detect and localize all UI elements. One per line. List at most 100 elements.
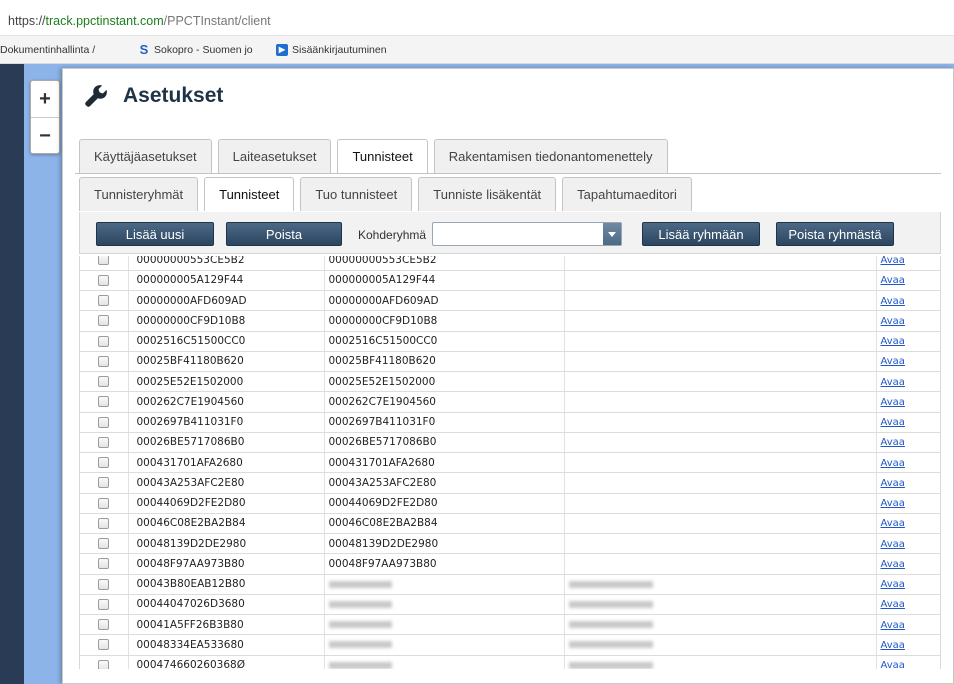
remove-button[interactable]: Poista (226, 222, 342, 246)
open-link[interactable]: Avaa (881, 539, 905, 550)
add-new-button[interactable]: Lisää uusi (96, 222, 214, 246)
table-row[interactable]: 00026BE5717086B0 00026BE5717086B0 Avaa (80, 432, 940, 454)
table-row[interactable]: 00044069D2FE2D80 00044069D2FE2D80 Avaa (80, 493, 940, 514)
row-select-cell[interactable] (80, 533, 129, 555)
row-select-cell[interactable] (80, 432, 129, 454)
open-link[interactable]: Avaa (881, 620, 905, 631)
row-checkbox[interactable] (98, 295, 110, 307)
row-checkbox[interactable] (98, 497, 110, 509)
table-row[interactable]: 00043A253AFC2E80 00043A253AFC2E80 Avaa (80, 472, 940, 494)
table-row[interactable]: 00000000AFD609AD 00000000AFD609AD Avaa (80, 290, 940, 312)
add-to-group-button[interactable]: Lisää ryhmään (642, 222, 760, 246)
row-checkbox[interactable] (98, 457, 110, 469)
row-checkbox[interactable] (98, 315, 110, 327)
remove-from-group-button[interactable]: Poista ryhmästä (776, 222, 894, 246)
row-checkbox[interactable] (98, 376, 110, 388)
open-link[interactable]: Avaa (881, 397, 905, 408)
table-row[interactable]: 00000000CF9D10B8 00000000CF9D10B8 Avaa (80, 310, 940, 332)
tab-tunnisteet[interactable]: Tunnisteet (337, 139, 428, 173)
table-row[interactable]: 0002697B411031F0 0002697B411031F0 Avaa (80, 412, 940, 433)
row-select-cell[interactable] (80, 513, 129, 535)
open-link[interactable]: Avaa (881, 640, 905, 651)
open-link[interactable]: Avaa (881, 599, 905, 610)
row-select-cell[interactable] (80, 634, 129, 656)
row-checkbox[interactable] (98, 619, 110, 631)
open-link[interactable]: Avaa (881, 478, 905, 489)
table-row[interactable]: 00044047026D3680 Avaa (80, 594, 940, 616)
row-checkbox[interactable] (98, 517, 110, 529)
chevron-down-icon[interactable] (603, 223, 621, 245)
table-row[interactable]: 00000000553CE5B2 00000000553CE5B2 Avaa (80, 256, 940, 271)
open-link[interactable]: Avaa (881, 316, 905, 327)
zoom-out-button[interactable]: − (31, 117, 59, 153)
open-link[interactable]: Avaa (881, 377, 905, 388)
open-link[interactable]: Avaa (881, 660, 905, 669)
table-row[interactable]: 00048334EA533680 Avaa (80, 634, 940, 656)
row-checkbox[interactable] (98, 335, 110, 347)
tab-laiteasetukset[interactable]: Laiteasetukset (217, 139, 332, 173)
open-link[interactable]: Avaa (881, 579, 905, 590)
url-text[interactable]: https://track.ppctinstant.com/PPCTInstan… (8, 14, 271, 28)
open-link[interactable]: Avaa (881, 356, 905, 367)
row-select-cell[interactable] (80, 331, 129, 352)
row-checkbox[interactable] (98, 274, 110, 286)
row-select-cell[interactable] (80, 310, 129, 332)
tab-kayttajaasetukset[interactable]: Käyttäjäasetukset (79, 139, 212, 173)
subtab-tunnisteet[interactable]: Tunnisteet (204, 177, 295, 211)
bookmark-sisaankirjautuminen[interactable]: ▶ Sisäänkirjautuminen (276, 44, 387, 56)
row-checkbox[interactable] (98, 639, 110, 651)
open-link[interactable]: Avaa (881, 498, 905, 509)
open-link[interactable]: Avaa (881, 437, 905, 448)
open-link[interactable]: Avaa (881, 275, 905, 286)
subtab-tunnisteryhmat[interactable]: Tunnisteryhmät (79, 177, 199, 211)
row-checkbox[interactable] (98, 256, 110, 266)
row-checkbox[interactable] (98, 355, 110, 367)
row-checkbox[interactable] (98, 659, 110, 669)
address-bar[interactable]: https://track.ppctinstant.com/PPCTInstan… (0, 0, 954, 36)
row-select-cell[interactable] (80, 351, 129, 373)
row-select-cell[interactable] (80, 412, 129, 433)
tags-table[interactable]: 00000000553CE5B2 00000000553CE5B2 Avaa 0000… (79, 256, 941, 669)
row-select-cell[interactable] (80, 594, 129, 616)
row-select-cell[interactable] (80, 574, 129, 595)
table-row[interactable]: 00048139D2DE2980 00048139D2DE2980 Avaa (80, 533, 940, 555)
row-checkbox[interactable] (98, 578, 110, 590)
table-row[interactable]: 000474660260368Ø Avaa (80, 655, 940, 669)
open-link[interactable]: Avaa (881, 518, 905, 529)
table-row[interactable]: 00025BF41180B620 00025BF41180B620 Avaa (80, 351, 940, 373)
row-select-cell[interactable] (80, 256, 129, 271)
row-select-cell[interactable] (80, 553, 129, 575)
tab-rakentamisen-tiedonantomenettely[interactable]: Rakentamisen tiedonantomenettely (433, 139, 668, 173)
row-checkbox[interactable] (98, 538, 110, 550)
open-link[interactable]: Avaa (881, 256, 905, 266)
row-checkbox[interactable] (98, 477, 110, 489)
table-row[interactable]: 0002516C51500CC0 0002516C51500CC0 Avaa (80, 331, 940, 352)
row-select-cell[interactable] (80, 614, 129, 636)
bookmark-dokumentinhallinta[interactable]: Dokumentinhallinta / (0, 44, 95, 56)
open-link[interactable]: Avaa (881, 336, 905, 347)
row-checkbox[interactable] (98, 416, 110, 428)
target-group-select[interactable] (432, 222, 622, 246)
row-select-cell[interactable] (80, 371, 129, 393)
row-select-cell[interactable] (80, 270, 129, 292)
table-row[interactable]: 00046C08E2BA2B84 00046C08E2BA2B84 Avaa (80, 513, 940, 535)
row-select-cell[interactable] (80, 655, 129, 669)
row-checkbox[interactable] (98, 436, 110, 448)
row-select-cell[interactable] (80, 290, 129, 312)
row-checkbox[interactable] (98, 558, 110, 570)
subtab-tuo-tunnisteet[interactable]: Tuo tunnisteet (300, 177, 413, 211)
table-row[interactable]: 00043B80EAB12B80 Avaa (80, 574, 940, 595)
open-link[interactable]: Avaa (881, 559, 905, 570)
bookmark-sokopro[interactable]: S Sokopro - Suomen jo (138, 43, 253, 56)
zoom-in-button[interactable]: + (31, 81, 59, 117)
table-row[interactable]: 00025E52E1502000 00025E52E1502000 Avaa (80, 371, 940, 393)
subtab-tunniste-lisakentat[interactable]: Tunniste lisäkentät (418, 177, 557, 211)
open-link[interactable]: Avaa (881, 417, 905, 428)
row-select-cell[interactable] (80, 452, 129, 474)
open-link[interactable]: Avaa (881, 296, 905, 307)
table-row[interactable]: 000000005A129F44 000000005A129F44 Avaa (80, 270, 940, 292)
subtab-tapahtumaeditori[interactable]: Tapahtumaeditori (562, 177, 692, 211)
table-row[interactable]: 00048F97AA973B80 00048F97AA973B80 Avaa (80, 553, 940, 575)
row-select-cell[interactable] (80, 472, 129, 494)
open-link[interactable]: Avaa (881, 458, 905, 469)
